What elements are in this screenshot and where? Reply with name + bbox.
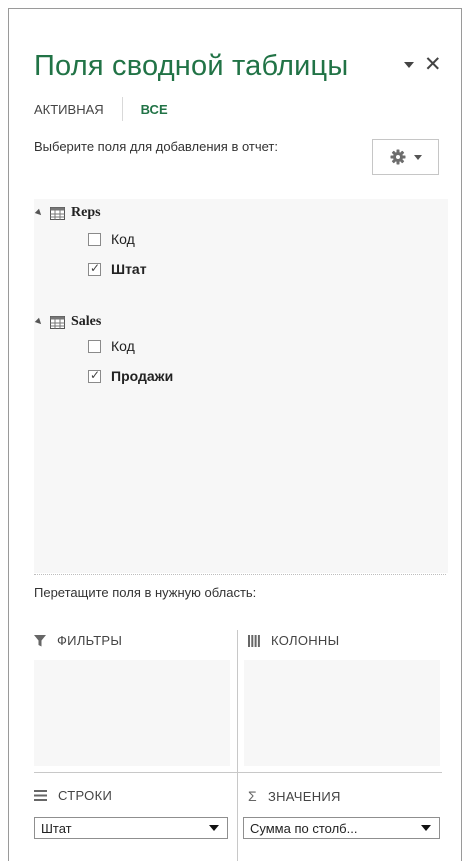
columns-area-header: КОЛОННЫ: [248, 633, 339, 648]
filter-icon: [34, 634, 46, 646]
tab-active[interactable]: АКТИВНАЯ: [34, 102, 104, 117]
table-group-sales: Sales Код Продажи: [34, 312, 173, 387]
tab-strip: АКТИВНАЯ ВСЕ: [34, 97, 168, 121]
collapse-icon[interactable]: [34, 208, 44, 218]
filters-area-header: ФИЛЬТРЫ: [34, 633, 122, 648]
chevron-down-icon[interactable]: [421, 825, 431, 831]
field-checkbox[interactable]: [88, 261, 101, 276]
tab-all[interactable]: ВСЕ: [141, 102, 168, 117]
values-field-value: Сумма по столб...: [250, 820, 358, 836]
filters-drop-zone[interactable]: [34, 660, 230, 766]
field-checkbox[interactable]: [88, 368, 101, 383]
values-area-header: Σ ЗНАЧЕНИЯ: [248, 788, 341, 804]
table-group-reps: Reps Код Штат: [34, 203, 147, 280]
field-row-reps-kod[interactable]: Код: [88, 228, 147, 250]
field-label: Продажи: [111, 368, 174, 384]
collapse-icon[interactable]: [34, 317, 44, 327]
sigma-icon: Σ: [248, 788, 257, 804]
field-row-reps-state[interactable]: Штат: [88, 258, 147, 280]
field-row-sales-kod[interactable]: Код: [88, 335, 173, 357]
rows-field-value: Штат: [41, 820, 72, 836]
pane-title-controls: ✕: [404, 54, 442, 75]
filters-area-label: ФИЛЬТРЫ: [57, 633, 123, 648]
columns-icon: [248, 634, 260, 647]
columns-area-label: КОЛОННЫ: [271, 633, 340, 648]
rows-icon: [34, 790, 47, 801]
values-area-label: ЗНАЧЕНИЯ: [267, 788, 341, 804]
field-row-sales-amount[interactable]: Продажи: [88, 365, 173, 387]
close-icon[interactable]: ✕: [424, 54, 442, 75]
columns-drop-zone[interactable]: [244, 660, 440, 766]
field-checkbox[interactable]: [88, 232, 101, 246]
field-label: Код: [111, 338, 135, 354]
table-header-sales[interactable]: Sales: [34, 312, 173, 332]
field-label: Штат: [111, 261, 147, 277]
tab-divider: [121, 97, 123, 121]
section-divider: [34, 574, 446, 575]
table-name: Sales: [71, 314, 102, 329]
chevron-down-icon[interactable]: [209, 825, 219, 831]
area-vertical-divider: [237, 630, 238, 861]
table-icon: [50, 315, 65, 329]
values-field-dropdown[interactable]: Сумма по столб...: [243, 817, 440, 839]
chevron-down-icon: [413, 154, 422, 160]
field-checkbox[interactable]: [88, 339, 101, 353]
table-name: Reps: [71, 205, 101, 220]
table-header-reps[interactable]: Reps: [34, 203, 147, 223]
rows-field-dropdown[interactable]: Штат: [34, 817, 228, 839]
drag-fields-label: Перетащите поля в нужную область:: [34, 585, 257, 600]
choose-fields-label: Выберите поля для добавления в отчет:: [34, 139, 278, 154]
pane-title: Поля сводной таблицы: [34, 50, 349, 82]
area-horizontal-divider: [34, 772, 442, 773]
chevron-down-icon[interactable]: [404, 61, 414, 68]
table-icon: [50, 206, 65, 220]
rows-area-header: СТРОКИ: [34, 788, 112, 803]
field-label: Код: [111, 231, 135, 247]
gear-icon: [390, 149, 405, 165]
tools-button[interactable]: [372, 139, 439, 175]
rows-area-label: СТРОКИ: [58, 788, 113, 803]
field-list: Reps Код Штат Sales Код: [34, 199, 448, 573]
